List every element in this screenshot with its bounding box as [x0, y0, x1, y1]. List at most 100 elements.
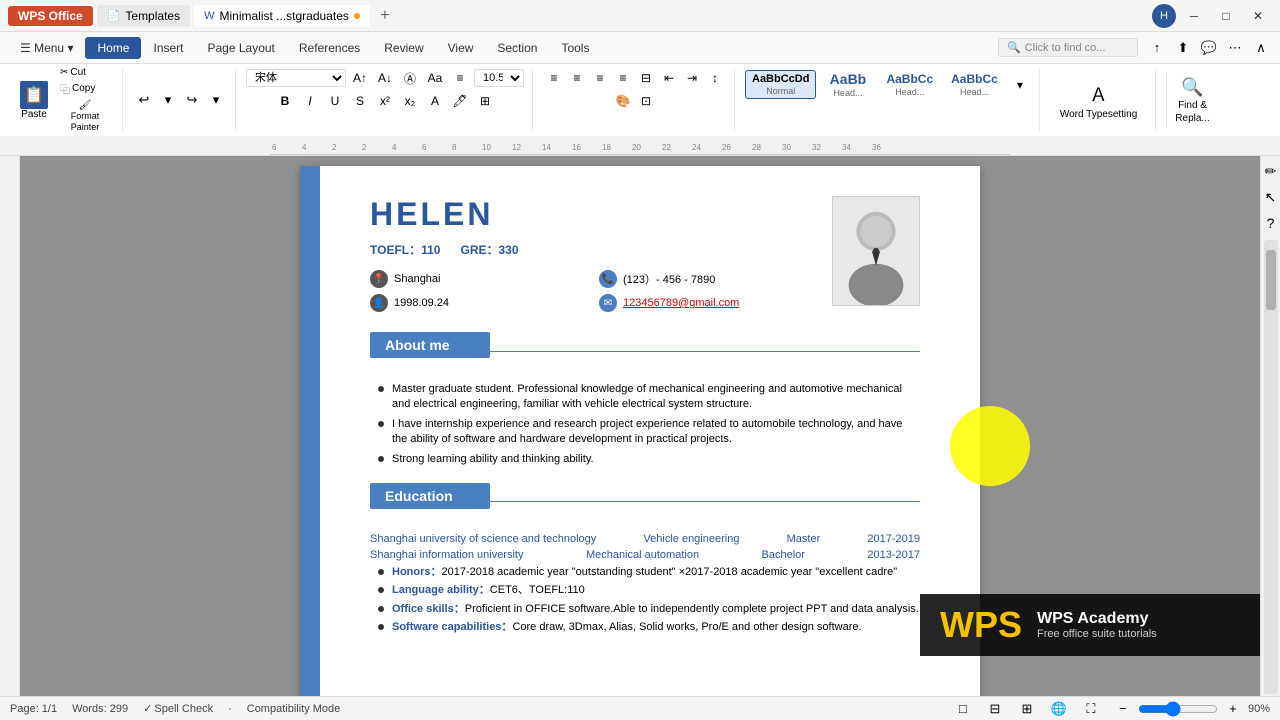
- wps-academy-logo-area: WPS: [940, 604, 1022, 646]
- layout-view2-button[interactable]: ⊟: [984, 698, 1006, 720]
- tab-menu[interactable]: ☰ Menu ▾: [8, 37, 85, 59]
- layout-view3-button[interactable]: ⊞: [1016, 698, 1038, 720]
- font-row1: 宋体 A↑ A↓ Ⓐ Aa ≡ 10.5: [246, 68, 524, 88]
- collapse-ribbon-button[interactable]: ∧: [1250, 37, 1272, 59]
- align-left-button[interactable]: ≡: [543, 68, 565, 88]
- add-tab-button[interactable]: +: [374, 5, 396, 27]
- edu-school-1: Shanghai university of science and techn…: [370, 533, 596, 545]
- restore-button[interactable]: □: [1212, 6, 1240, 26]
- clear-format-button[interactable]: Ⓐ: [399, 68, 421, 88]
- undo-dropdown[interactable]: ▾: [157, 89, 179, 111]
- format-painter-button[interactable]: 🖌 Format Painter: [56, 98, 114, 135]
- highlight-button[interactable]: 🖊: [449, 91, 471, 111]
- birthdate-icon: 👤: [370, 294, 388, 312]
- style-heading1-preview: AaBb: [830, 71, 867, 87]
- line-spacing-button[interactable]: ↕: [704, 68, 726, 88]
- tab-page-layout[interactable]: Page Layout: [196, 37, 287, 59]
- style-normal-preview: AaBbCcDd: [752, 73, 809, 85]
- columns-button[interactable]: ⊟: [635, 68, 657, 88]
- word-typesetting-button[interactable]: Ａ Word Typesetting: [1050, 77, 1147, 124]
- phone-icon: 📞: [599, 270, 617, 288]
- paste-button[interactable]: 📋 Paste: [16, 79, 52, 122]
- font-shrink-button[interactable]: A↑: [349, 68, 371, 88]
- tab-references[interactable]: References: [287, 37, 372, 59]
- help-button[interactable]: ?: [1260, 212, 1280, 234]
- spell-check-button[interactable]: ✓ Spell Check: [143, 702, 213, 715]
- export-button[interactable]: ⬆: [1172, 37, 1194, 59]
- zoom-out-button[interactable]: −: [1112, 698, 1134, 720]
- wps-office-button[interactable]: WPS Office: [8, 6, 93, 26]
- strikethrough-button[interactable]: S: [349, 91, 371, 111]
- more-button[interactable]: ⋯: [1224, 37, 1246, 59]
- close-button[interactable]: ✕: [1244, 6, 1272, 26]
- contact-grid: 📍 Shanghai 📞 (123）- 456 - 7890 👤 1998.09…: [370, 270, 822, 312]
- education-section: Education Shanghai university of science…: [370, 483, 920, 636]
- tab-review[interactable]: Review: [372, 37, 435, 59]
- doc-tab[interactable]: W Minimalist ...stgraduates: [194, 5, 370, 27]
- format-painter-icon: 🖌: [79, 100, 92, 111]
- title-bar-left: WPS Office 📄 Templates W Minimalist ...s…: [8, 5, 396, 27]
- edu-major-2: Mechanical automation: [586, 549, 699, 561]
- about-bullet-1: Master graduate student. Professional kn…: [378, 382, 920, 413]
- bold-button[interactable]: B: [274, 91, 296, 111]
- shading-button[interactable]: 🎨: [612, 91, 634, 111]
- cut-button[interactable]: ✂ Cut: [56, 66, 114, 79]
- vertical-scrollbar[interactable]: [1264, 240, 1278, 694]
- style-heading2[interactable]: AaBbCc Head...: [879, 69, 940, 100]
- zoom-slider[interactable]: [1138, 701, 1218, 717]
- font-name-select[interactable]: 宋体: [246, 69, 346, 87]
- ruler-inner: 6 4 2 2 4 6 8 10 12 14 16 18 20 22 24 26…: [270, 136, 1010, 155]
- tab-tools[interactable]: Tools: [549, 37, 601, 59]
- find-replace-button[interactable]: 🔍 Find & Repla...: [1166, 73, 1217, 128]
- style-heading3[interactable]: AaBbCc Head...: [944, 69, 1005, 100]
- templates-tab[interactable]: 📄 Templates: [97, 5, 190, 27]
- tab-section[interactable]: Section: [485, 37, 549, 59]
- fullscreen-button[interactable]: ⛶: [1080, 698, 1102, 720]
- styles-more-button[interactable]: ▾: [1009, 75, 1031, 95]
- font-grow-button[interactable]: A↓: [374, 68, 396, 88]
- align-right-button[interactable]: ≡: [589, 68, 611, 88]
- redo-dropdown[interactable]: ▾: [205, 89, 227, 111]
- indent-increase-button[interactable]: ⇥: [681, 68, 703, 88]
- align-justify-button[interactable]: ≡: [612, 68, 634, 88]
- border2-button[interactable]: ⊡: [635, 91, 657, 111]
- font-size-select[interactable]: 10.5: [474, 69, 524, 87]
- user-avatar[interactable]: H: [1152, 4, 1176, 28]
- tab-insert[interactable]: Insert: [141, 37, 195, 59]
- underline-button[interactable]: U: [324, 91, 346, 111]
- search-box[interactable]: 🔍 Click to find co...: [998, 38, 1138, 57]
- zoom-in-button[interactable]: +: [1222, 698, 1244, 720]
- list-button[interactable]: ≡: [449, 68, 471, 88]
- border-button[interactable]: ⊞: [474, 91, 496, 111]
- case-button[interactable]: Aa: [424, 68, 446, 88]
- typesetting-icon: Ａ: [1090, 81, 1108, 107]
- redo-button[interactable]: ↪: [181, 89, 203, 111]
- superscript-button[interactable]: x²: [374, 91, 396, 111]
- tab-view[interactable]: View: [436, 37, 486, 59]
- web-layout-button[interactable]: 🌐: [1048, 698, 1070, 720]
- layout-view1-button[interactable]: □: [952, 698, 974, 720]
- education-divider: [490, 501, 920, 502]
- styles-preview: AaBbCcDd Normal AaBb Head... AaBbCc Head…: [745, 68, 1031, 101]
- document-area[interactable]: HELEN TOEFL：110 GRE：330 📍 Shanghai 📞 (12…: [20, 156, 1260, 696]
- pen-tool-button[interactable]: ✏: [1260, 160, 1280, 182]
- pointer-button[interactable]: ↖: [1260, 186, 1280, 208]
- svg-text:4: 4: [392, 143, 397, 152]
- indent-buttons: 🎨 ⊡: [612, 91, 657, 111]
- subscript-button[interactable]: x₂: [399, 91, 421, 111]
- italic-button[interactable]: I: [299, 91, 321, 111]
- align-center-button[interactable]: ≡: [566, 68, 588, 88]
- tab-home[interactable]: Home: [85, 37, 141, 59]
- svg-text:32: 32: [812, 143, 821, 152]
- comment-button[interactable]: 💬: [1198, 37, 1220, 59]
- edu-years-2: 2013-2017: [867, 549, 920, 561]
- style-normal[interactable]: AaBbCcDd Normal: [745, 70, 816, 99]
- copy-button[interactable]: ⿻ Copy: [56, 80, 114, 97]
- undo-button[interactable]: ↩: [133, 89, 155, 111]
- minimize-button[interactable]: ─: [1180, 6, 1208, 26]
- person-photo-svg: [833, 196, 919, 306]
- share-button[interactable]: ↑: [1146, 37, 1168, 59]
- font-color-button[interactable]: A: [424, 91, 446, 111]
- indent-decrease-button[interactable]: ⇤: [658, 68, 680, 88]
- style-heading1[interactable]: AaBb Head...: [820, 68, 875, 101]
